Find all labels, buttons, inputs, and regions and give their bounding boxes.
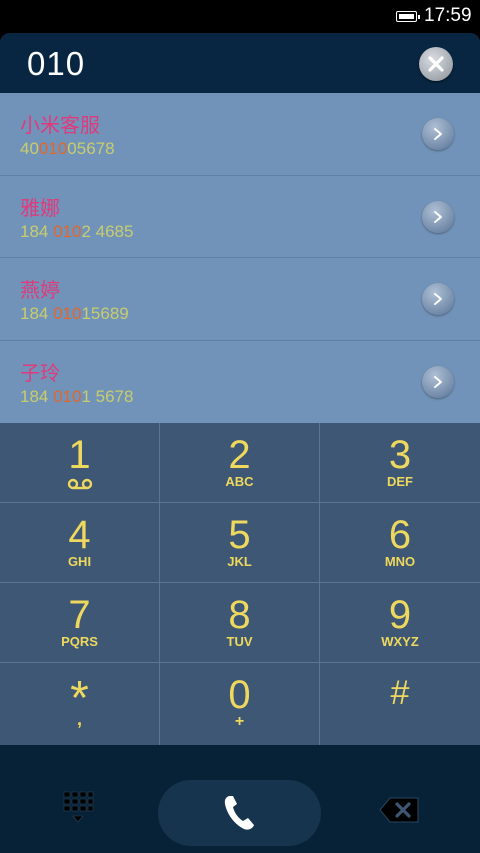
- dial-keypad: 1 2 ABC 3 DEF 4 GHI 5 JKL 6 MNO 7 PQRS 8…: [0, 423, 480, 745]
- voicemail-icon: [67, 478, 93, 490]
- contact-name: 雅娜: [20, 195, 60, 220]
- key-0[interactable]: 0 +: [160, 663, 320, 745]
- number-match: 010: [53, 386, 82, 406]
- key-8[interactable]: 8 TUV: [160, 583, 320, 663]
- chevron-right-icon: [434, 375, 442, 388]
- number-match: 010: [53, 304, 82, 323]
- key-digit: 9: [388, 593, 412, 637]
- chevron-right-icon: [434, 128, 442, 140]
- key-digit: 1: [68, 433, 91, 477]
- key-digit: #: [390, 674, 410, 712]
- contact-row[interactable]: 雅娜 184 0102 4685: [0, 176, 480, 258]
- contact-number: 184 01015689: [20, 304, 129, 323]
- key-digit: 3: [388, 433, 412, 477]
- contact-number: 184 0101 5678: [20, 386, 134, 406]
- number-match: 010: [38, 139, 68, 158]
- contact-row[interactable]: 子玲 184 0101 5678: [0, 341, 480, 423]
- status-time: 17:59: [424, 5, 472, 26]
- contact-detail-button[interactable]: [422, 200, 454, 233]
- key-letters: DEF: [387, 474, 413, 489]
- key-digit: 2: [228, 433, 251, 477]
- contact-row[interactable]: 小米客服 4001005678: [0, 93, 480, 176]
- key-letters: ,: [76, 709, 82, 729]
- chevron-right-icon: [434, 210, 442, 223]
- number-match: 010: [53, 221, 82, 241]
- contact-name: 子玲: [20, 360, 60, 385]
- key-hash[interactable]: #: [320, 663, 480, 745]
- contact-name: 燕婷: [20, 278, 60, 302]
- chevron-right-icon: [434, 293, 442, 305]
- status-bar: 17:59: [0, 0, 480, 33]
- key-1[interactable]: 1: [0, 423, 160, 503]
- backspace-icon[interactable]: [378, 796, 420, 824]
- key-5[interactable]: 5 JKL: [160, 503, 320, 583]
- contact-row[interactable]: 燕婷 184 01015689: [0, 258, 480, 341]
- contact-detail-button[interactable]: [422, 283, 454, 315]
- contact-results-list: 小米客服 4001005678 雅娜 184 0102 4685 燕婷 184 …: [0, 93, 480, 423]
- key-letters: +: [234, 713, 245, 730]
- key-digit: 0: [228, 673, 251, 717]
- key-7[interactable]: 7 PQRS: [0, 583, 160, 663]
- key-letters: TUV: [226, 634, 253, 649]
- phone-icon: [224, 796, 254, 830]
- call-button[interactable]: [158, 780, 321, 846]
- dialpad-toggle-icon[interactable]: [62, 790, 94, 826]
- key-digit: 4: [68, 513, 91, 557]
- clear-button[interactable]: [419, 47, 453, 81]
- dialed-number[interactable]: 010: [27, 45, 85, 83]
- key-letters: GHI: [67, 554, 92, 569]
- key-star[interactable]: * ,: [0, 663, 160, 745]
- key-letters: MNO: [384, 554, 416, 569]
- close-icon: [428, 56, 444, 72]
- key-3[interactable]: 3 DEF: [320, 423, 480, 503]
- key-digit: 6: [388, 513, 412, 557]
- battery-icon: [396, 11, 420, 22]
- key-6[interactable]: 6 MNO: [320, 503, 480, 583]
- dialer-action-bar: [0, 745, 480, 853]
- contact-number: 184 0102 4685: [20, 221, 134, 241]
- key-2[interactable]: 2 ABC: [160, 423, 320, 503]
- dial-input-bar: 010: [0, 33, 480, 93]
- key-letters: JKL: [227, 554, 252, 569]
- key-letters: WXYZ: [381, 634, 419, 649]
- key-letters: ABC: [225, 474, 254, 489]
- key-4[interactable]: 4 GHI: [0, 503, 160, 583]
- contact-number: 4001005678: [20, 139, 115, 158]
- contact-detail-button[interactable]: [422, 118, 454, 150]
- contact-detail-button[interactable]: [422, 365, 454, 398]
- key-digit: 8: [228, 593, 251, 637]
- contact-name: 小米客服: [20, 113, 100, 137]
- key-digit: 7: [68, 593, 91, 637]
- key-digit: 5: [228, 513, 251, 557]
- key-letters: PQRS: [61, 634, 98, 649]
- dialer-panel: 010 小米客服 4001005678 雅娜 184 0102 4685 燕婷 …: [0, 33, 480, 853]
- key-9[interactable]: 9 WXYZ: [320, 583, 480, 663]
